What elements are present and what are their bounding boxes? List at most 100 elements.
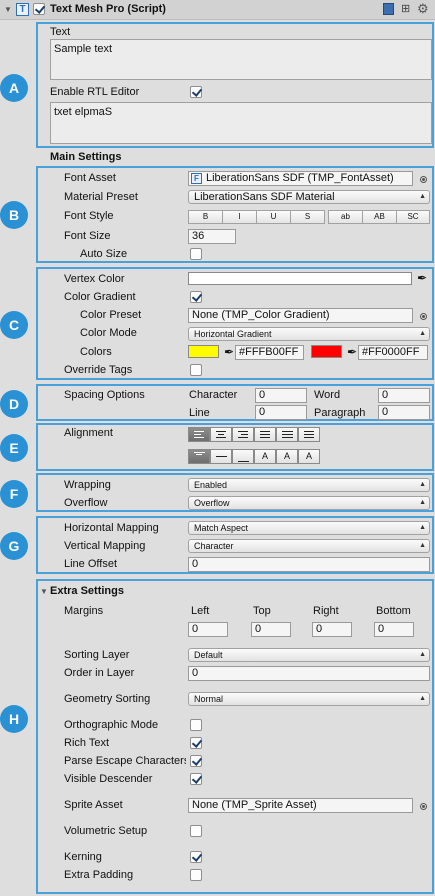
font-style-strikethrough-button[interactable]: S [290,210,325,224]
paragraph-spacing-field[interactable]: 0 [378,405,430,420]
color-mode-dropdown[interactable]: Horizontal Gradient ▲︎ [188,327,430,341]
margin-top-header: Top [253,605,271,617]
text-label: Text [50,26,71,38]
eyedropper-icon[interactable]: ✒ [417,272,427,284]
horizontal-mapping-dropdown[interactable]: Match Aspect ▲︎ [188,521,430,535]
font-style-bold-button[interactable]: B [188,210,223,224]
geometry-sorting-dropdown[interactable]: Normal ▲︎ [188,692,430,706]
vertical-mapping-value: Character [194,541,234,551]
geometry-sorting-value: Normal [194,694,224,704]
gradient-color-1-hex[interactable]: #FFFB00FF [235,345,304,360]
margin-top-field[interactable]: 0 [251,622,291,637]
eyedropper-icon[interactable]: ✒ [347,346,357,358]
dropdown-arrow-icon: ▲︎ [419,695,426,702]
extra-settings-foldout-icon[interactable]: ▼ [40,587,48,596]
gradient-color-2-swatch[interactable] [311,345,342,358]
align-center-button[interactable] [210,427,232,442]
sprite-asset-picker-icon[interactable] [420,803,427,810]
font-style-label: Font Style [64,210,114,222]
font-style-smallcaps-button[interactable]: SC [396,210,430,224]
font-size-field[interactable]: 36 [188,229,236,244]
rich-text-checkbox[interactable] [190,737,202,749]
extra-padding-checkbox[interactable] [190,869,202,881]
font-asset-icon: F [191,173,202,184]
color-gradient-label: Color Gradient [64,291,136,303]
auto-size-checkbox[interactable] [190,248,202,260]
orthographic-mode-checkbox[interactable] [190,719,202,731]
font-style-lowercase-button[interactable]: ab [328,210,363,224]
font-asset-picker-icon[interactable] [420,176,427,183]
color-gradient-checkbox[interactable] [190,291,202,303]
overflow-value: Overflow [194,498,230,508]
line-offset-field[interactable]: 0 [188,557,430,572]
align-capline-button[interactable]: A [298,449,320,464]
color-section: Vertex Color ✒ Color Gradient Color Pres… [36,267,434,380]
font-asset-field[interactable]: F LiberationSans SDF (TMP_FontAsset) [188,171,413,186]
overflow-label: Overflow [64,497,108,509]
color-preset-picker-icon[interactable] [420,313,427,320]
override-tags-label: Override Tags [64,364,133,376]
align-left-button[interactable] [188,427,210,442]
eyedropper-icon[interactable]: ✒ [224,346,234,358]
margin-left-field[interactable]: 0 [188,622,228,637]
align-geometry-center-button[interactable] [298,427,320,442]
word-spacing-field[interactable]: 0 [378,388,430,403]
margin-bottom-field[interactable]: 0 [374,622,414,637]
font-style-underline-button[interactable]: U [256,210,291,224]
auto-size-label: Auto Size [80,248,128,260]
parse-escape-checkbox[interactable] [190,755,202,767]
dropdown-arrow-icon: ▲︎ [419,330,426,337]
align-middle-button[interactable] [210,449,232,464]
sorting-layer-value: Default [194,650,223,660]
font-style-italic-button[interactable]: I [222,210,257,224]
badge-f: F [0,480,28,508]
align-midline-button[interactable]: A [276,449,298,464]
character-spacing-field[interactable]: 0 [255,388,307,403]
color-preset-field[interactable]: None (TMP_Color Gradient) [188,308,413,323]
align-justified-button[interactable] [254,427,276,442]
dropdown-arrow-icon: ▲︎ [419,193,426,200]
line-spacing-label: Line [189,407,210,419]
margin-right-field[interactable]: 0 [312,622,352,637]
font-style-uppercase-button[interactable]: AB [362,210,397,224]
gear-icon[interactable]: ⚙ [417,1,429,17]
word-spacing-label: Word [314,389,341,401]
volumetric-setup-label: Volumetric Setup [64,825,148,837]
sorting-layer-label: Sorting Layer [64,649,130,661]
rtl-editor-checkbox[interactable] [190,86,202,98]
line-spacing-field[interactable]: 0 [255,405,307,420]
vertical-mapping-dropdown[interactable]: Character ▲︎ [188,539,430,553]
text-input-area[interactable]: Sample text [50,39,432,80]
margins-label: Margins [64,605,104,617]
visible-descender-checkbox[interactable] [190,773,202,785]
vertex-color-swatch[interactable] [188,272,412,285]
material-preset-dropdown[interactable]: LiberationSans SDF Material ▲︎ [188,190,430,204]
align-bottom-button[interactable] [232,449,254,464]
script-icon: T [16,3,29,16]
book-icon[interactable] [383,3,394,15]
sprite-asset-field[interactable]: None (TMP_Sprite Asset) [188,798,413,813]
component-header: ▼ T Text Mesh Pro (Script) ⊞ ⚙ [0,0,435,20]
preset-icon[interactable]: ⊞ [401,2,410,15]
geometry-sorting-label: Geometry Sorting [64,693,151,705]
rtl-text-area[interactable]: txet elpmaS [50,102,432,144]
order-in-layer-field[interactable]: 0 [188,666,430,681]
align-right-button[interactable] [232,427,254,442]
wrapping-value: Enabled [194,480,228,490]
font-size-label: Font Size [64,230,111,242]
text-section: Text Sample text Enable RTL Editor txet … [36,22,434,148]
gradient-color-2-hex[interactable]: #FF0000FF [358,345,428,360]
align-flush-button[interactable] [276,427,298,442]
component-enabled-checkbox[interactable] [33,3,45,15]
foldout-arrow-icon[interactable]: ▼ [4,5,12,14]
sorting-layer-dropdown[interactable]: Default ▲︎ [188,648,430,662]
wrapping-label: Wrapping [64,479,111,491]
kerning-checkbox[interactable] [190,851,202,863]
wrapping-dropdown[interactable]: Enabled ▲︎ [188,478,430,492]
gradient-color-1-swatch[interactable] [188,345,219,358]
volumetric-setup-checkbox[interactable] [190,825,202,837]
align-top-button[interactable] [188,449,210,464]
overflow-dropdown[interactable]: Overflow ▲︎ [188,496,430,510]
override-tags-checkbox[interactable] [190,364,202,376]
align-baseline-button[interactable]: A [254,449,276,464]
